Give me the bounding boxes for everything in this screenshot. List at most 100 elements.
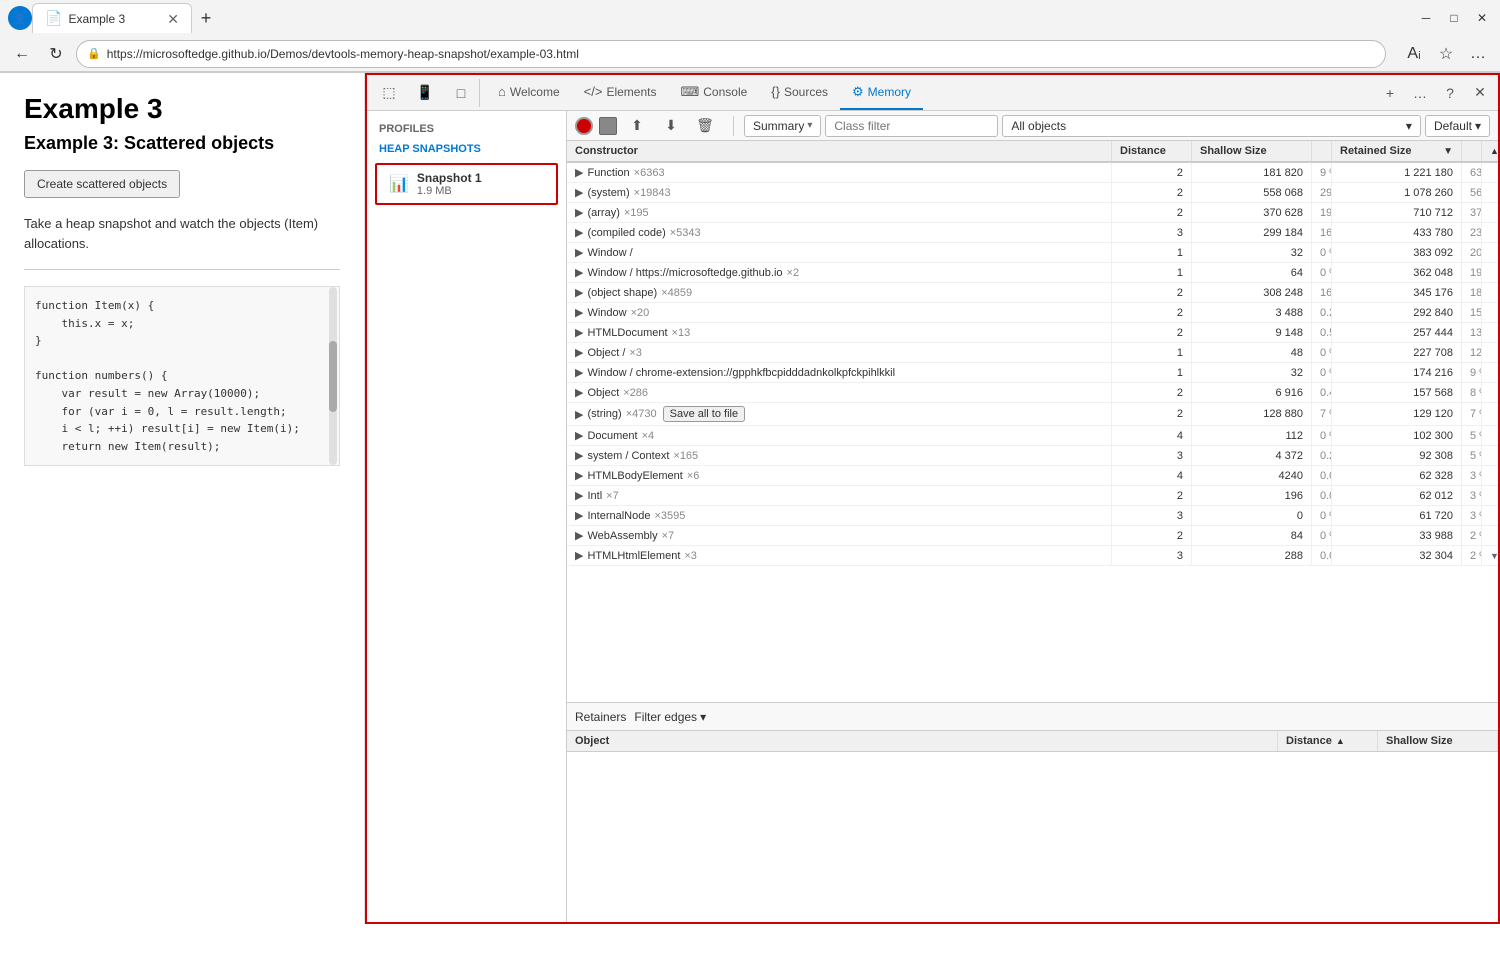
snapshot-item[interactable]: 📊 Snapshot 1 1.9 MB xyxy=(375,163,558,205)
expand-arrow[interactable]: ▶ xyxy=(575,326,583,339)
help-button[interactable]: ? xyxy=(1436,79,1464,107)
table-row[interactable]: ▶Window /1320 %383 09220 % xyxy=(567,243,1498,263)
constructor-cell[interactable]: ▶Function×6363 xyxy=(567,163,1112,182)
bottom-shallow-header[interactable]: Shallow Size xyxy=(1378,731,1498,751)
settings-button[interactable]: … xyxy=(1464,40,1492,68)
expand-arrow[interactable]: ▶ xyxy=(575,346,583,359)
clear-button[interactable]: ⬆ xyxy=(623,112,651,140)
table-row[interactable]: ▶(object shape)×48592308 24816 %345 1761… xyxy=(567,283,1498,303)
expand-arrow[interactable]: ▶ xyxy=(575,306,583,319)
favorites-button[interactable]: ☆ xyxy=(1432,40,1460,68)
tab-close-btn[interactable]: ✕ xyxy=(167,12,179,26)
table-row[interactable]: ▶(string)×4730Save all to file2128 8807 … xyxy=(567,403,1498,426)
tab-console[interactable]: ⌨ Console xyxy=(668,76,759,110)
table-row[interactable]: ▶(system)×198432558 06829 %1 078 26056 % xyxy=(567,183,1498,203)
expand-arrow[interactable]: ▶ xyxy=(575,509,583,522)
constructor-cell[interactable]: ▶(system)×19843 xyxy=(567,183,1112,202)
table-row[interactable]: ▶InternalNode×3595300 %61 7203 % xyxy=(567,506,1498,526)
back-button[interactable]: ← xyxy=(8,40,36,68)
constructor-cell[interactable]: ▶Intl×7 xyxy=(567,486,1112,505)
constructor-cell[interactable]: ▶Window / chrome-extension://gpphkfbcpid… xyxy=(567,363,1112,382)
expand-arrow[interactable]: ▶ xyxy=(575,449,583,462)
table-row[interactable]: ▶Document×441120 %102 3005 % xyxy=(567,426,1498,446)
summary-select[interactable]: Summary ▾ xyxy=(744,115,821,137)
constructor-cell[interactable]: ▶(object shape)×4859 xyxy=(567,283,1112,302)
constructor-cell[interactable]: ▶WebAssembly×7 xyxy=(567,526,1112,545)
load-button[interactable]: ⬇ xyxy=(657,112,685,140)
close-devtools-button[interactable]: ✕ xyxy=(1466,79,1494,107)
record-button[interactable] xyxy=(575,117,593,135)
expand-arrow[interactable]: ▶ xyxy=(575,549,583,562)
constructor-cell[interactable]: ▶HTMLBodyElement×6 xyxy=(567,466,1112,485)
expand-arrow[interactable]: ▶ xyxy=(575,166,583,179)
new-tab-button[interactable]: + xyxy=(192,4,220,32)
class-filter-input[interactable] xyxy=(825,115,998,137)
inspect-button[interactable]: ⬚ xyxy=(375,79,403,107)
expand-arrow[interactable]: ▶ xyxy=(575,469,583,482)
constructor-cell[interactable]: ▶Window / xyxy=(567,243,1112,262)
table-row[interactable]: ▶(array)×1952370 62819 %710 71237 % xyxy=(567,203,1498,223)
table-row[interactable]: ▶(compiled code)×53433299 18416 %433 780… xyxy=(567,223,1498,243)
constructor-cell[interactable]: ▶Object×286 xyxy=(567,383,1112,402)
tab-elements[interactable]: </> Elements xyxy=(572,76,669,110)
save-all-to-file-button[interactable]: Save all to file xyxy=(663,406,745,422)
expand-arrow[interactable]: ▶ xyxy=(575,246,583,259)
table-row[interactable]: ▶HTMLHtmlElement×332880.01 %32 3042 %▼ xyxy=(567,546,1498,566)
table-row[interactable]: ▶Object×28626 9160.4 %157 5688 % xyxy=(567,383,1498,403)
reload-button[interactable]: ↻ xyxy=(42,40,70,68)
close-button[interactable]: ✕ xyxy=(1472,8,1492,28)
expand-arrow[interactable]: ▶ xyxy=(575,529,583,542)
expand-arrow[interactable]: ▶ xyxy=(575,366,583,379)
screen-capture-button[interactable]: □ xyxy=(447,79,475,107)
constructor-cell[interactable]: ▶(array)×195 xyxy=(567,203,1112,222)
browser-tab[interactable]: 📄 Example 3 ✕ xyxy=(32,3,192,33)
constructor-cell[interactable]: ▶Window / https://microsoftedge.github.i… xyxy=(567,263,1112,282)
device-toggle-button[interactable]: 📱 xyxy=(411,79,439,107)
tab-sources[interactable]: {} Sources xyxy=(759,76,840,110)
expand-arrow[interactable]: ▶ xyxy=(575,226,583,239)
expand-arrow[interactable]: ▶ xyxy=(575,408,583,421)
table-row[interactable]: ▶Window / https://microsoftedge.github.i… xyxy=(567,263,1498,283)
code-scrollbar[interactable] xyxy=(329,287,337,465)
add-panel-button[interactable]: + xyxy=(1376,79,1404,107)
more-options-button[interactable]: … xyxy=(1406,79,1434,107)
bottom-distance-header[interactable]: Distance ▲ xyxy=(1278,731,1378,751)
shallow-size-header[interactable]: Shallow Size xyxy=(1192,141,1312,161)
table-row[interactable]: ▶Intl×721960.01 %62 0123 % xyxy=(567,486,1498,506)
table-row[interactable]: ▶Object /×31480 %227 70812 % xyxy=(567,343,1498,363)
constructor-cell[interactable]: ▶HTMLHtmlElement×3 xyxy=(567,546,1112,565)
expand-arrow[interactable]: ▶ xyxy=(575,206,583,219)
expand-arrow[interactable]: ▶ xyxy=(575,429,583,442)
constructor-cell[interactable]: ▶(string)×4730Save all to file xyxy=(567,403,1112,425)
expand-arrow[interactable]: ▶ xyxy=(575,186,583,199)
table-row[interactable]: ▶HTMLDocument×1329 1480.5 %257 44413 % xyxy=(567,323,1498,343)
retainers-tab[interactable]: Retainers xyxy=(575,710,626,724)
tab-welcome[interactable]: ⌂ Welcome xyxy=(486,76,572,110)
table-row[interactable]: ▶WebAssembly×72840 %33 9882 % xyxy=(567,526,1498,546)
collect-button[interactable]: 🗑 xyxy=(691,112,719,140)
default-select[interactable]: Default ▾ xyxy=(1425,115,1490,137)
expand-arrow[interactable]: ▶ xyxy=(575,266,583,279)
read-aloud-button[interactable]: Aᵢ xyxy=(1400,40,1428,68)
constructor-cell[interactable]: ▶HTMLDocument×13 xyxy=(567,323,1112,342)
table-row[interactable]: ▶Function×63632181 8209 %1 221 18063 % xyxy=(567,163,1498,183)
constructor-cell[interactable]: ▶Object /×3 xyxy=(567,343,1112,362)
constructor-cell[interactable]: ▶Window×20 xyxy=(567,303,1112,322)
constructor-cell[interactable]: ▶system / Context×165 xyxy=(567,446,1112,465)
url-bar[interactable]: 🔒 https://microsoftedge.github.io/Demos/… xyxy=(76,40,1386,68)
expand-arrow[interactable]: ▶ xyxy=(575,386,583,399)
constructor-cell[interactable]: ▶Document×4 xyxy=(567,426,1112,445)
distance-header[interactable]: Distance xyxy=(1112,141,1192,161)
table-row[interactable]: ▶Window×2023 4880.2 %292 84015 % xyxy=(567,303,1498,323)
retained-size-header[interactable]: Retained Size ▼ xyxy=(1332,141,1462,161)
tab-memory[interactable]: ⚙ Memory xyxy=(840,76,923,110)
constructor-cell[interactable]: ▶InternalNode×3595 xyxy=(567,506,1112,525)
all-objects-select[interactable]: All objects ▾ xyxy=(1002,115,1421,137)
stop-button[interactable] xyxy=(599,117,617,135)
expand-arrow[interactable]: ▶ xyxy=(575,489,583,502)
expand-arrow[interactable]: ▶ xyxy=(575,286,583,299)
table-row[interactable]: ▶HTMLBodyElement×6442400.02 %62 3283 % xyxy=(567,466,1498,486)
table-row[interactable]: ▶Window / chrome-extension://gpphkfbcpid… xyxy=(567,363,1498,383)
create-scattered-objects-button[interactable]: Create scattered objects xyxy=(24,170,180,198)
table-row[interactable]: ▶system / Context×16534 3720.2 %92 3085 … xyxy=(567,446,1498,466)
